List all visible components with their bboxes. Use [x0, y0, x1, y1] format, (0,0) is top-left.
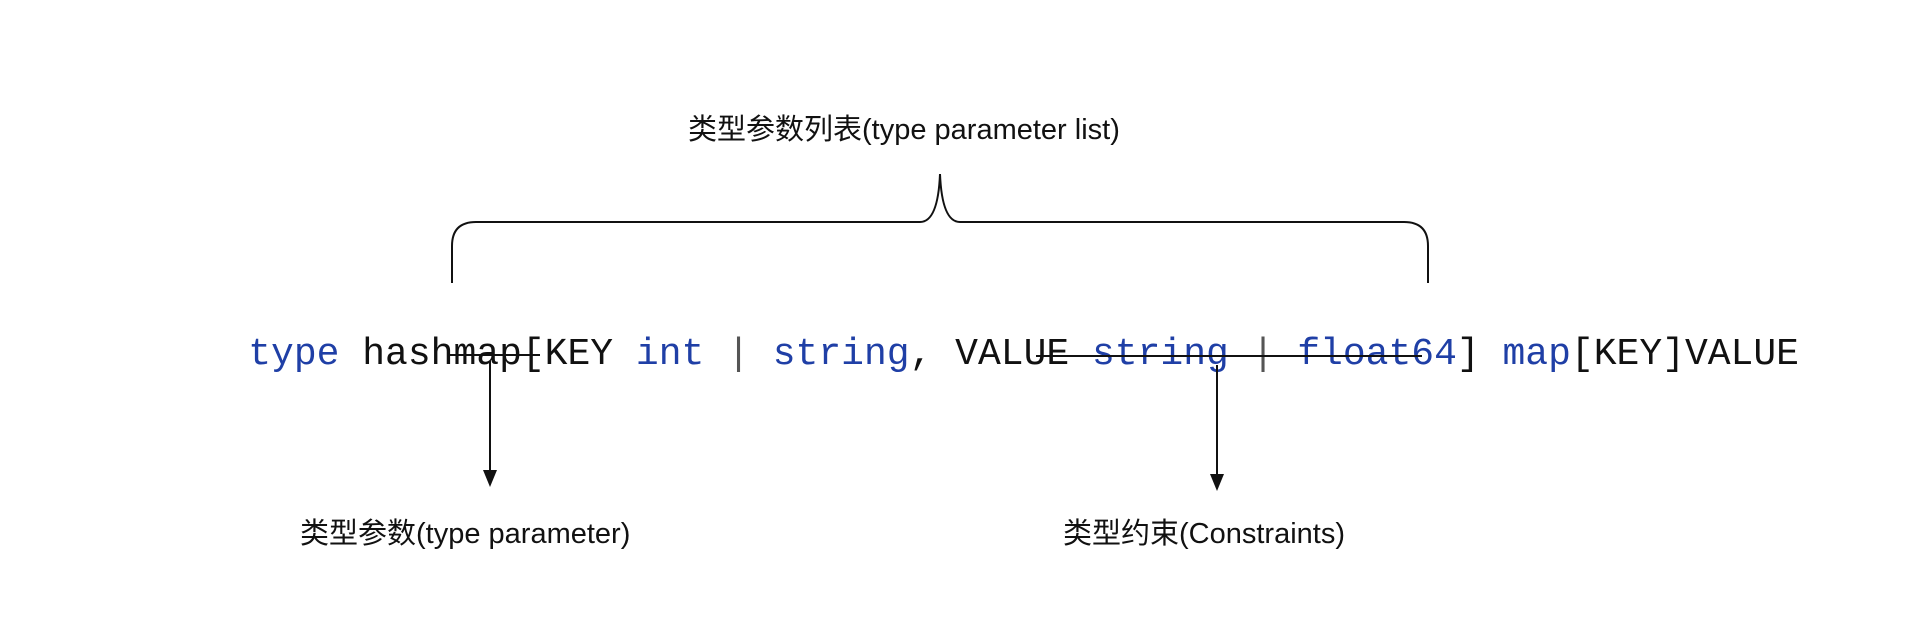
- type-parameter-list-brace: [451, 173, 1429, 283]
- constraints-label: 类型约束(Constraints): [1063, 518, 1345, 550]
- constraints-arrowhead-icon: [1210, 474, 1224, 491]
- type-parameter-label: 类型参数(type parameter): [300, 518, 631, 550]
- type-parameter-arrowhead-icon: [483, 470, 497, 487]
- connector-lines: [450, 173, 1429, 491]
- generics-diagram: 类型参数列表(type parameter list) type hashmap…: [0, 0, 1920, 634]
